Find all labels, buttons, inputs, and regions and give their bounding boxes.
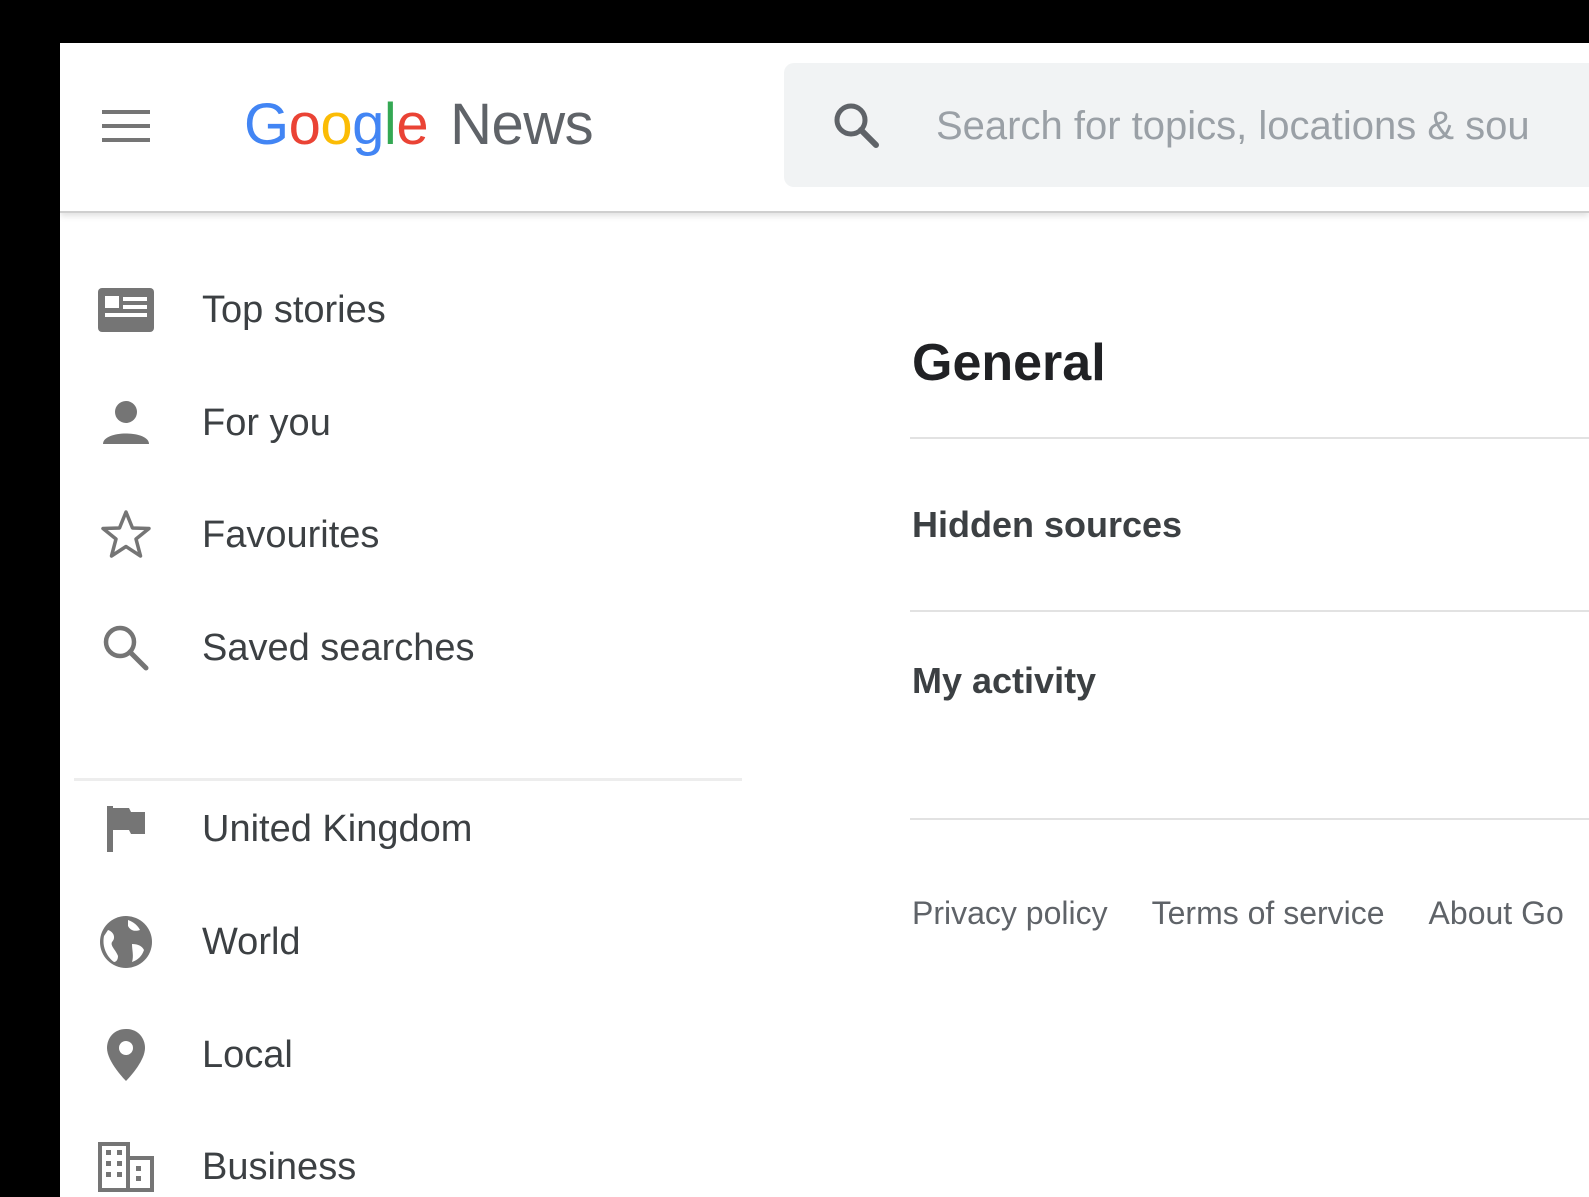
sidebar-item-label: Business bbox=[202, 1145, 357, 1188]
search-input[interactable] bbox=[934, 93, 1589, 159]
star-outline-icon bbox=[96, 505, 156, 565]
search-icon bbox=[834, 103, 879, 148]
logo-letter: o bbox=[288, 91, 321, 157]
logo-letter: g bbox=[352, 91, 384, 157]
section-divider bbox=[910, 610, 1589, 612]
sidebar-item-top-stories[interactable]: Top stories bbox=[60, 260, 740, 360]
privacy-policy-link[interactable]: Privacy policy bbox=[912, 895, 1108, 932]
sidebar-item-label: Local bbox=[202, 1033, 293, 1076]
search-icon bbox=[96, 618, 156, 678]
section-divider bbox=[910, 437, 1589, 439]
sidebar-item-favourites[interactable]: Favourites bbox=[60, 485, 740, 585]
hamburger-menu-icon bbox=[102, 110, 150, 142]
sidebar-item-label: Top stories bbox=[202, 288, 386, 331]
sidebar-item-label: For you bbox=[202, 401, 331, 444]
logo-letter: o bbox=[320, 91, 353, 157]
building-icon bbox=[96, 1137, 156, 1197]
sidebar-item-united-kingdom[interactable]: United Kingdom bbox=[60, 779, 740, 879]
sidebar-item-business[interactable]: Business bbox=[60, 1117, 740, 1197]
sidebar-item-label: Saved searches bbox=[202, 626, 475, 669]
page-title: General bbox=[912, 334, 1106, 392]
newspaper-icon bbox=[96, 280, 156, 340]
flag-icon bbox=[96, 799, 156, 859]
settings-row-label: My activity bbox=[912, 660, 1097, 701]
settings-row-label: Hidden sources bbox=[912, 504, 1183, 545]
section-divider bbox=[910, 818, 1589, 820]
footer-links: Privacy policy Terms of service About Go bbox=[912, 895, 1589, 932]
logo-product-name: News bbox=[450, 91, 594, 157]
main-menu-button[interactable] bbox=[96, 101, 156, 151]
terms-of-service-link[interactable]: Terms of service bbox=[1152, 895, 1385, 932]
about-google-news-link[interactable]: About Go bbox=[1429, 895, 1564, 932]
sidebar-item-for-you[interactable]: For you bbox=[60, 373, 740, 473]
sidebar-item-saved-searches[interactable]: Saved searches bbox=[60, 598, 740, 698]
settings-panel: General Hidden sources My activity Priva… bbox=[910, 213, 1589, 1197]
search-bar bbox=[784, 63, 1589, 187]
logo-letter: G bbox=[244, 91, 289, 157]
search-button[interactable] bbox=[824, 93, 888, 157]
sidebar-item-label: United Kingdom bbox=[202, 807, 473, 850]
logo-letter: l bbox=[383, 91, 397, 157]
sidebar-nav: Top stories For you Favourites Saved sea… bbox=[60, 213, 760, 1197]
logo-letter: e bbox=[396, 91, 429, 157]
sidebar-item-local[interactable]: Local bbox=[60, 1005, 740, 1105]
google-news-logo[interactable]: Google News bbox=[244, 89, 594, 159]
browser-viewport: Google News Search for topics, locations… bbox=[60, 43, 1589, 1197]
sidebar-item-label: Favourites bbox=[202, 513, 380, 556]
sidebar-item-world[interactable]: World bbox=[60, 892, 740, 992]
app-header: Google News bbox=[60, 43, 1589, 213]
globe-icon bbox=[96, 912, 156, 972]
my-activity-link[interactable]: My activity bbox=[910, 631, 1589, 731]
hidden-sources-link[interactable]: Hidden sources bbox=[910, 475, 1589, 575]
location-pin-icon bbox=[96, 1025, 156, 1085]
sidebar-item-label: World bbox=[202, 920, 301, 963]
person-icon bbox=[96, 393, 156, 453]
